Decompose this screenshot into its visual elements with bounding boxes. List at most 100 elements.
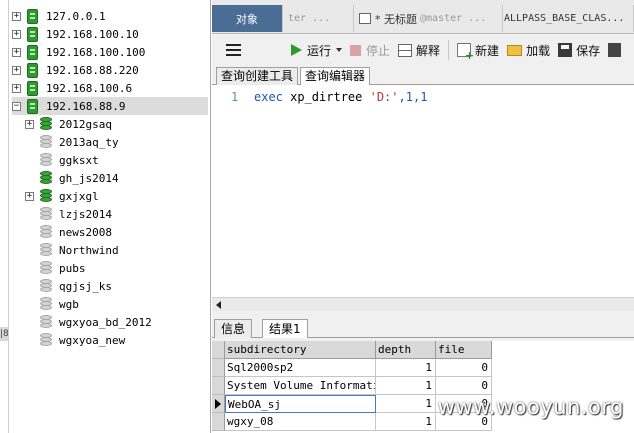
- expand-toggle-icon[interactable]: +: [12, 29, 21, 39]
- column-header-depth[interactable]: depth: [376, 341, 436, 359]
- database-icon: [40, 153, 52, 167]
- tree-database-node[interactable]: lzjs2014: [25, 205, 112, 223]
- column-header-subdirectory[interactable]: subdirectory: [225, 341, 376, 359]
- server-icon: [27, 8, 38, 24]
- tree-database-label: lzjs2014: [59, 207, 112, 221]
- expand-toggle-icon: [25, 228, 34, 237]
- connection-tree[interactable]: +127.0.0.1 +192.168.100.10 +192.168.100.10…: [9, 0, 211, 433]
- cell-depth[interactable]: 1: [376, 413, 436, 431]
- tab-objects[interactable]: 对象: [212, 5, 283, 32]
- tree-database-node[interactable]: wgxyoa_bd_2012: [25, 313, 152, 331]
- expand-toggle-icon[interactable]: +: [12, 11, 21, 21]
- expand-toggle-icon[interactable]: +: [25, 119, 34, 129]
- row-selector[interactable]: [212, 395, 225, 413]
- tree-server-label: 192.168.100.10: [46, 27, 139, 41]
- tab-info[interactable]: 信息: [214, 319, 253, 338]
- tree-database-node[interactable]: + gxjxgl: [25, 187, 99, 205]
- tree-database-label: wgb: [59, 297, 79, 311]
- tab-untitled-server: @master ...: [420, 13, 487, 24]
- result-grid[interactable]: subdirectory depth file Sql2000sp2 1 0 Syst…: [212, 341, 634, 433]
- tree-server-node[interactable]: +192.168.100.6: [12, 79, 208, 97]
- editor-subtab-bar: 查询创建工具 查询编辑器: [212, 66, 634, 86]
- sql-code-line[interactable]: exec xp_dirtree 'D:',1,1: [254, 90, 427, 104]
- save-button[interactable]: 保存: [554, 38, 604, 62]
- expand-toggle-icon[interactable]: −: [12, 101, 21, 111]
- column-header-file[interactable]: file: [436, 341, 492, 359]
- tab-untitled-query[interactable]: * 无标题 @master ...: [355, 5, 503, 32]
- tree-database-node[interactable]: +2012gsaq: [25, 115, 112, 133]
- tab-query-builder-label: 查询创建工具: [221, 69, 294, 83]
- tab-result-1-label: 结果1: [269, 322, 301, 336]
- expand-toggle-icon: [25, 282, 34, 291]
- tree-database-node[interactable]: pubs: [25, 259, 86, 277]
- database-icon: [40, 243, 52, 257]
- new-button[interactable]: 新建: [453, 38, 503, 62]
- expand-toggle-icon[interactable]: +: [12, 83, 21, 93]
- tree-server-node[interactable]: +192.168.100.100: [12, 43, 208, 61]
- table-row[interactable]: Sql2000sp2 1 0: [212, 359, 492, 377]
- load-button[interactable]: 加载: [503, 38, 554, 62]
- server-icon: [27, 62, 38, 78]
- row-selector[interactable]: [212, 413, 225, 431]
- cell-depth[interactable]: 1: [376, 377, 436, 395]
- explain-button[interactable]: 解释: [394, 38, 444, 62]
- cell-subdirectory[interactable]: Sql2000sp2: [225, 359, 376, 377]
- expand-toggle-icon: [25, 264, 34, 273]
- cell-file[interactable]: 0: [436, 377, 492, 395]
- tab-query-builder[interactable]: 查询创建工具: [216, 67, 299, 85]
- expand-toggle-icon[interactable]: +: [12, 65, 21, 75]
- tree-database-node[interactable]: qgjsj_ks: [25, 277, 112, 295]
- server-icon: [27, 98, 38, 114]
- tree-server-node[interactable]: +192.168.88.220: [12, 61, 208, 79]
- cell-depth[interactable]: 1: [376, 359, 436, 377]
- tab-query-editor[interactable]: 查询编辑器: [300, 67, 371, 86]
- tab-query-2[interactable]: ter ...: [284, 5, 354, 32]
- new-label: 新建: [475, 43, 500, 58]
- tree-server-node[interactable]: − 192.168.88.9: [12, 97, 208, 115]
- tree-server-node[interactable]: +127.0.0.1: [12, 7, 208, 25]
- tab-query-editor-label: 查询编辑器: [305, 69, 366, 83]
- tab-table-allpass[interactable]: ALLPASS_BASE_CLAS...: [504, 5, 634, 32]
- tree-database-label: wgxyoa_bd_2012: [59, 315, 152, 329]
- cell-subdirectory[interactable]: System Volume Information: [225, 377, 376, 395]
- tree-database-node[interactable]: news2008: [25, 223, 112, 241]
- scroll-left-icon[interactable]: [216, 301, 221, 309]
- tree-database-node[interactable]: ggksxt: [25, 151, 99, 169]
- cell-depth[interactable]: 1: [376, 395, 436, 413]
- tree-database-label: 2013aq_ty: [59, 135, 119, 149]
- tree-server-node[interactable]: +192.168.100.10: [12, 25, 208, 43]
- tree-server-label: 192.168.100.100: [46, 45, 146, 59]
- line-number: 1: [231, 90, 239, 104]
- cell-subdirectory[interactable]: wgxy_08: [225, 413, 376, 431]
- play-icon: [291, 44, 302, 56]
- tree-database-label: news2008: [59, 225, 112, 239]
- query-tab-icon: [359, 13, 371, 24]
- cell-subdirectory[interactable]: WebOA_sj: [225, 395, 376, 413]
- table-row[interactable]: System Volume Information10: [212, 377, 492, 395]
- row-selector[interactable]: [212, 377, 225, 395]
- tab-info-label: 信息: [221, 322, 246, 336]
- expand-toggle-icon[interactable]: +: [12, 47, 21, 57]
- row-selector[interactable]: [212, 359, 225, 377]
- database-icon: [40, 279, 52, 293]
- tab-result-1[interactable]: 结果1: [262, 319, 308, 338]
- menu-icon[interactable]: [226, 44, 241, 56]
- expand-toggle-icon: [25, 318, 34, 327]
- tree-database-node[interactable]: wgb: [25, 295, 79, 313]
- tree-database-node[interactable]: wgxyoa_new: [25, 331, 125, 349]
- tree-server-label: 192.168.88.9: [46, 99, 126, 113]
- save-as-button[interactable]: [604, 38, 625, 62]
- editor-horizontal-scrollbar[interactable]: [212, 297, 634, 311]
- tree-database-node[interactable]: Northwind: [25, 241, 119, 259]
- sql-procedure: xp_dirtree: [282, 90, 370, 104]
- expand-toggle-icon[interactable]: +: [25, 191, 34, 201]
- sql-keyword: exec: [254, 90, 283, 104]
- sql-editor[interactable]: 1 exec xp_dirtree 'D:',1,1: [212, 85, 634, 297]
- tree-database-node[interactable]: 2013aq_ty: [25, 133, 119, 151]
- chevron-down-icon[interactable]: [336, 48, 343, 52]
- stop-button[interactable]: 停止: [346, 38, 394, 62]
- run-button[interactable]: 运行: [287, 38, 346, 62]
- tree-database-node[interactable]: gh_js2014: [25, 169, 119, 187]
- cell-file[interactable]: 0: [436, 359, 492, 377]
- save-icon: [558, 43, 573, 57]
